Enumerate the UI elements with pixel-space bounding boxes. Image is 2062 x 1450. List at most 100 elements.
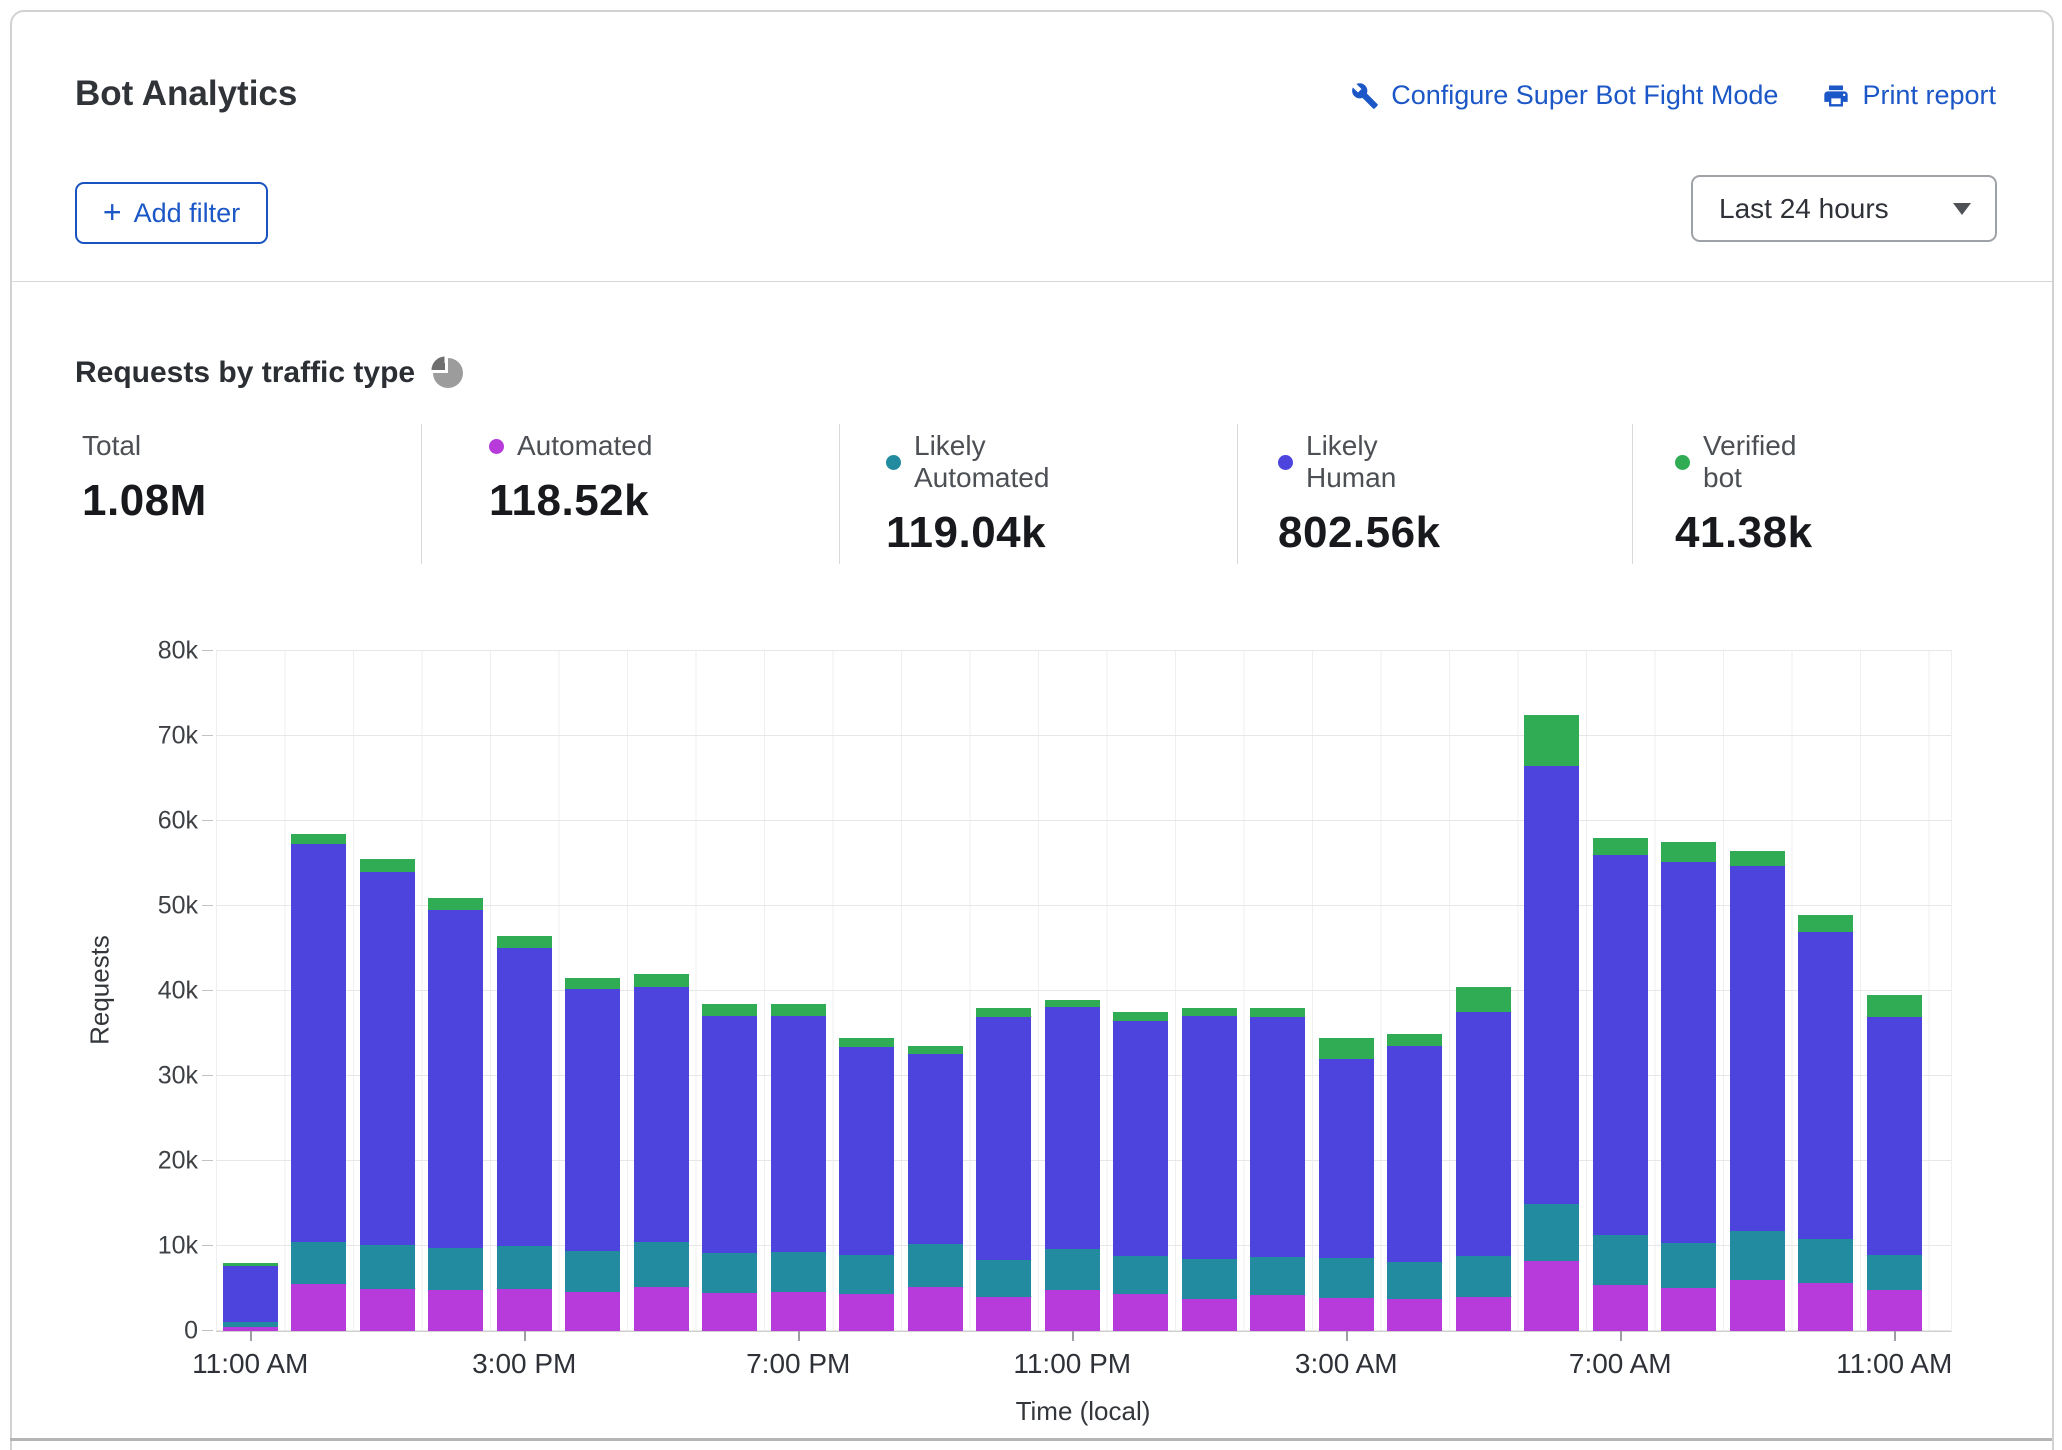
stacked-bar[interactable] — [1045, 1000, 1100, 1331]
segment-likely-automated — [771, 1252, 826, 1292]
print-link-label: Print report — [1862, 80, 1996, 111]
stat-total[interactable]: Total1.08M — [82, 430, 207, 526]
stacked-bar[interactable] — [1387, 1034, 1442, 1331]
y-tick-mark — [202, 820, 213, 821]
stacked-bar[interactable] — [291, 834, 346, 1331]
x-tick-mark — [250, 1331, 252, 1341]
stacked-bar[interactable] — [1250, 1008, 1305, 1331]
segment-verified-bot — [1867, 995, 1922, 1017]
legend-dot — [886, 455, 901, 470]
segment-likely-human — [360, 872, 415, 1245]
y-tick-mark — [202, 990, 213, 991]
stat-verified-bot[interactable]: Verified bot41.38k — [1675, 430, 1813, 558]
y-tick-label: 10k — [158, 1232, 198, 1261]
wrench-icon — [1351, 82, 1379, 110]
add-filter-button[interactable]: + Add filter — [75, 182, 268, 244]
bar-slot-500pm — [627, 651, 696, 1331]
stacked-bar[interactable] — [702, 1004, 757, 1331]
bar-slot-400am — [1381, 651, 1450, 1331]
stacked-bar[interactable] — [1524, 715, 1579, 1331]
stacked-bar[interactable] — [1319, 1038, 1374, 1331]
stacked-bar[interactable] — [908, 1046, 963, 1331]
segment-verified-bot — [976, 1008, 1031, 1017]
x-axis: 11:00 AM3:00 PM7:00 PM11:00 PM3:00 AM7:0… — [216, 1348, 1951, 1388]
time-range-dropdown[interactable]: Last 24 hours — [1691, 175, 1997, 242]
segment-likely-automated — [360, 1245, 415, 1288]
segment-likely-automated — [634, 1242, 689, 1287]
stacked-bar[interactable] — [839, 1038, 894, 1331]
bar-slot-600pm — [696, 651, 765, 1331]
segment-likely-human — [1387, 1046, 1442, 1262]
segment-automated — [1456, 1297, 1511, 1331]
bar-slot-1200pm — [285, 651, 354, 1331]
stacked-bar[interactable] — [1456, 987, 1511, 1331]
legend-dot — [1278, 455, 1293, 470]
stat-label: Total — [82, 430, 141, 462]
y-tick-mark — [202, 735, 213, 736]
stacked-bar[interactable] — [976, 1008, 1031, 1331]
segment-verified-bot — [360, 859, 415, 872]
segment-likely-automated — [1456, 1256, 1511, 1297]
x-tick-label: 11:00 AM — [192, 1348, 308, 1380]
y-tick-label: 60k — [158, 807, 198, 836]
segment-likely-human — [1319, 1059, 1374, 1258]
stacked-bar[interactable] — [223, 1263, 278, 1331]
segment-verified-bot — [1182, 1008, 1237, 1016]
y-tick-mark — [202, 1245, 213, 1246]
x-tick-label: 7:00 PM — [746, 1348, 850, 1380]
stacked-bar[interactable] — [1867, 995, 1922, 1331]
segment-automated — [1182, 1299, 1237, 1331]
segment-likely-human — [1867, 1017, 1922, 1254]
stacked-bar[interactable] — [1182, 1008, 1237, 1331]
segment-likely-human — [976, 1017, 1031, 1261]
segment-likely-human — [839, 1047, 894, 1254]
segment-automated — [839, 1294, 894, 1331]
bar-slot-200pm — [422, 651, 491, 1331]
configure-super-bot-fight-mode-link[interactable]: Configure Super Bot Fight Mode — [1351, 80, 1778, 111]
segment-automated — [428, 1290, 483, 1331]
legend-dot — [1675, 455, 1690, 470]
stacked-bar[interactable] — [1113, 1012, 1168, 1331]
stacked-bar[interactable] — [1798, 915, 1853, 1331]
stacked-bar[interactable] — [1661, 842, 1716, 1331]
segment-verified-bot — [771, 1004, 826, 1016]
stat-label: Likely Automated — [914, 430, 1049, 494]
page-title: Bot Analytics — [75, 74, 297, 114]
stat-label: Verified bot — [1703, 430, 1813, 494]
print-report-link[interactable]: Print report — [1822, 80, 1996, 111]
bar-slot-900pm — [901, 651, 970, 1331]
stat-automated[interactable]: Automated118.52k — [489, 430, 652, 526]
stat-label: Likely Human — [1306, 430, 1441, 494]
stacked-bar[interactable] — [565, 978, 620, 1331]
segment-likely-automated — [1319, 1258, 1374, 1298]
bar-slot-1100am — [1860, 651, 1929, 1331]
stat-likely-human[interactable]: Likely Human 802.56k — [1278, 430, 1441, 558]
y-tick-mark — [202, 650, 213, 651]
segment-likely-automated — [1593, 1235, 1648, 1285]
segment-verified-bot — [1524, 715, 1579, 766]
stacked-bar[interactable] — [1730, 851, 1785, 1331]
segment-likely-human — [771, 1016, 826, 1252]
y-tick-label: 80k — [158, 637, 198, 666]
segment-automated — [908, 1287, 963, 1331]
x-tick-mark — [524, 1331, 526, 1341]
stacked-bar[interactable] — [497, 936, 552, 1331]
x-tick-mark — [1894, 1331, 1896, 1341]
stat-likely-automated[interactable]: Likely Automated119.04k — [886, 430, 1049, 558]
configure-link-label: Configure Super Bot Fight Mode — [1391, 80, 1778, 111]
stacked-bar[interactable] — [428, 898, 483, 1331]
segment-automated — [1113, 1294, 1168, 1331]
stacked-bar[interactable] — [360, 859, 415, 1331]
stat-value: 802.56k — [1278, 508, 1441, 558]
segment-verified-bot — [634, 974, 689, 987]
segment-automated — [497, 1289, 552, 1332]
segment-automated — [1730, 1280, 1785, 1331]
segment-likely-automated — [1661, 1243, 1716, 1288]
segment-likely-human — [1661, 862, 1716, 1243]
bar-slot-500am — [1449, 651, 1518, 1331]
section-title-row: Requests by traffic type — [75, 356, 463, 390]
stacked-bar[interactable] — [1593, 838, 1648, 1331]
x-tick-label: 3:00 AM — [1295, 1348, 1398, 1380]
stacked-bar[interactable] — [771, 1004, 826, 1331]
stacked-bar[interactable] — [634, 974, 689, 1331]
